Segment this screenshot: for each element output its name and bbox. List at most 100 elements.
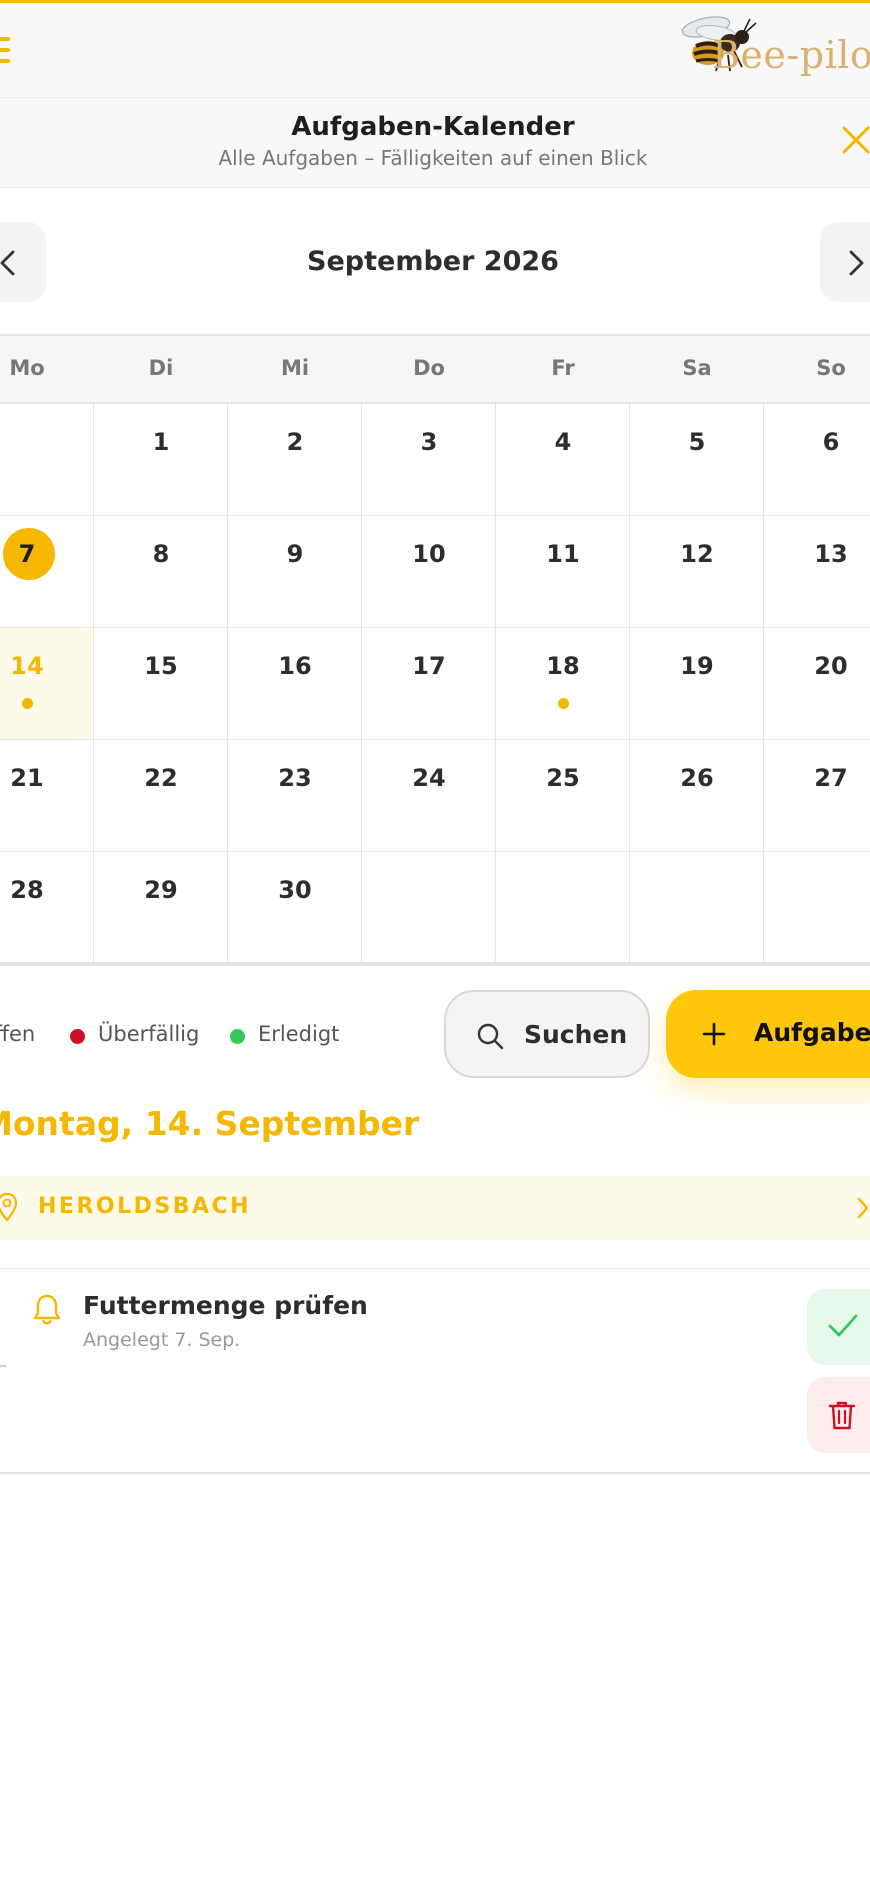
empty-day-cell — [496, 852, 630, 964]
day-cell-6[interactable]: 6 — [764, 404, 870, 516]
location-group-header[interactable]: HEROLDSBACH — [0, 1176, 870, 1240]
day-number: 15 — [144, 652, 178, 680]
day-cell-1[interactable]: 1 — [94, 404, 228, 516]
legend-overdue: Überfällig — [98, 1022, 200, 1046]
day-cell-25[interactable]: 25 — [496, 740, 630, 852]
plus-icon — [702, 1022, 726, 1046]
day-number: 23 — [278, 764, 312, 792]
day-cell-20[interactable]: 20 — [764, 628, 870, 740]
day-number: 25 — [546, 764, 580, 792]
day-number: 16 — [278, 652, 312, 680]
day-cell-17[interactable]: 17 — [362, 628, 496, 740]
search-button-label: Suchen — [524, 1020, 628, 1049]
day-cell-22[interactable]: 22 — [94, 740, 228, 852]
day-number: 8 — [152, 540, 170, 568]
task-card[interactable]: Futtermenge prüfen Angelegt 7. Sep. — [0, 1268, 870, 1474]
overdue-dot-icon — [70, 1029, 85, 1044]
day-cell-8[interactable]: 8 — [94, 516, 228, 628]
close-icon — [842, 126, 870, 154]
day-number: 1 — [152, 428, 170, 456]
day-number: 12 — [680, 540, 714, 568]
day-number: 2 — [286, 428, 304, 456]
day-cell-26[interactable]: 26 — [630, 740, 764, 852]
legend-done: Erledigt — [258, 1022, 340, 1046]
day-cell-13[interactable]: 13 — [764, 516, 870, 628]
day-cell-29[interactable]: 29 — [94, 852, 228, 964]
day-number: 11 — [546, 540, 580, 568]
day-number: 17 — [412, 652, 446, 680]
day-cell-19[interactable]: 19 — [630, 628, 764, 740]
search-button[interactable]: Suchen — [444, 990, 650, 1078]
weekday-mo: Mo — [9, 356, 45, 380]
day-cell-24[interactable]: 24 — [362, 740, 496, 852]
day-number: 27 — [814, 764, 848, 792]
day-number: 19 — [680, 652, 714, 680]
weekday-mi: Mi — [280, 356, 310, 380]
day-cell-11[interactable]: 11 — [496, 516, 630, 628]
month-title: September 2026 — [307, 246, 559, 277]
calendar-header: Aufgaben-Kalender Alle Aufgaben – Fällig… — [0, 98, 870, 188]
grid-divider — [0, 962, 870, 966]
day-cell-18[interactable]: 18 — [496, 628, 630, 740]
task-indicator-dot — [22, 698, 33, 709]
day-cell-2[interactable]: 2 — [228, 404, 362, 516]
day-number: 28 — [10, 876, 44, 904]
day-cell-9[interactable]: 9 — [228, 516, 362, 628]
day-number: 10 — [412, 540, 446, 568]
day-number: 6 — [822, 428, 840, 456]
day-cell-4[interactable]: 4 — [496, 404, 630, 516]
day-cell-14[interactable]: 14 — [0, 628, 94, 740]
day-number: 5 — [688, 428, 706, 456]
page-title: Aufgaben-Kalender — [291, 112, 575, 142]
weekday-header: Mo Di Mi Do Fr Sa So — [0, 334, 870, 404]
day-number: 18 — [546, 652, 580, 680]
day-cell-27[interactable]: 27 — [764, 740, 870, 852]
day-number: 30 — [278, 876, 312, 904]
map-pin-icon — [0, 1192, 18, 1222]
weekday-so: So — [816, 356, 846, 380]
day-number: 21 — [10, 764, 44, 792]
next-month-button[interactable] — [820, 222, 870, 302]
selected-day-heading: Montag, 14. September — [0, 1104, 420, 1143]
add-task-button[interactable]: Aufgabe — [666, 990, 870, 1078]
task-created-date: Angelegt 7. Sep. — [83, 1329, 241, 1351]
day-cell-21[interactable]: 21 — [0, 740, 94, 852]
mark-done-button[interactable] — [807, 1289, 870, 1365]
day-cell-28[interactable]: 28 — [0, 852, 94, 964]
day-cell-7[interactable]: 7 — [0, 516, 94, 628]
drag-handle[interactable] — [0, 1365, 6, 1367]
task-indicator-dot — [558, 698, 569, 709]
menu-icon[interactable] — [0, 37, 10, 67]
task-calendar-page: Bee-pilot Aufgaben-Kalender Alle Aufgabe… — [0, 0, 870, 1886]
chevron-right-icon — [857, 1197, 869, 1219]
bell-icon — [33, 1294, 61, 1325]
day-cell-3[interactable]: 3 — [362, 404, 496, 516]
app-top-bar: Bee-pilot — [0, 0, 870, 98]
day-number: 14 — [10, 652, 44, 680]
empty-day-cell — [0, 404, 94, 516]
legend-open: Offen — [0, 1022, 36, 1046]
day-number: 26 — [680, 764, 714, 792]
day-number: 24 — [412, 764, 446, 792]
task-title: Futtermenge prüfen — [83, 1291, 368, 1320]
weekday-fr: Fr — [551, 356, 575, 380]
day-cell-16[interactable]: 16 — [228, 628, 362, 740]
day-number: 29 — [144, 876, 178, 904]
day-cell-12[interactable]: 12 — [630, 516, 764, 628]
close-button[interactable] — [840, 124, 870, 156]
day-number: 9 — [286, 540, 304, 568]
done-dot-icon — [230, 1029, 245, 1044]
app-logo[interactable]: Bee-pilot — [676, 13, 870, 89]
day-number: 3 — [420, 428, 438, 456]
day-number: 20 — [814, 652, 848, 680]
delete-task-button[interactable] — [807, 1377, 870, 1453]
day-cell-15[interactable]: 15 — [94, 628, 228, 740]
day-cell-10[interactable]: 10 — [362, 516, 496, 628]
page-subtitle: Alle Aufgaben – Fälligkeiten auf einen B… — [218, 146, 648, 170]
day-cell-5[interactable]: 5 — [630, 404, 764, 516]
empty-day-cell — [630, 852, 764, 964]
location-name: HEROLDSBACH — [38, 1194, 252, 1219]
search-icon — [477, 1023, 504, 1050]
day-cell-30[interactable]: 30 — [228, 852, 362, 964]
day-cell-23[interactable]: 23 — [228, 740, 362, 852]
